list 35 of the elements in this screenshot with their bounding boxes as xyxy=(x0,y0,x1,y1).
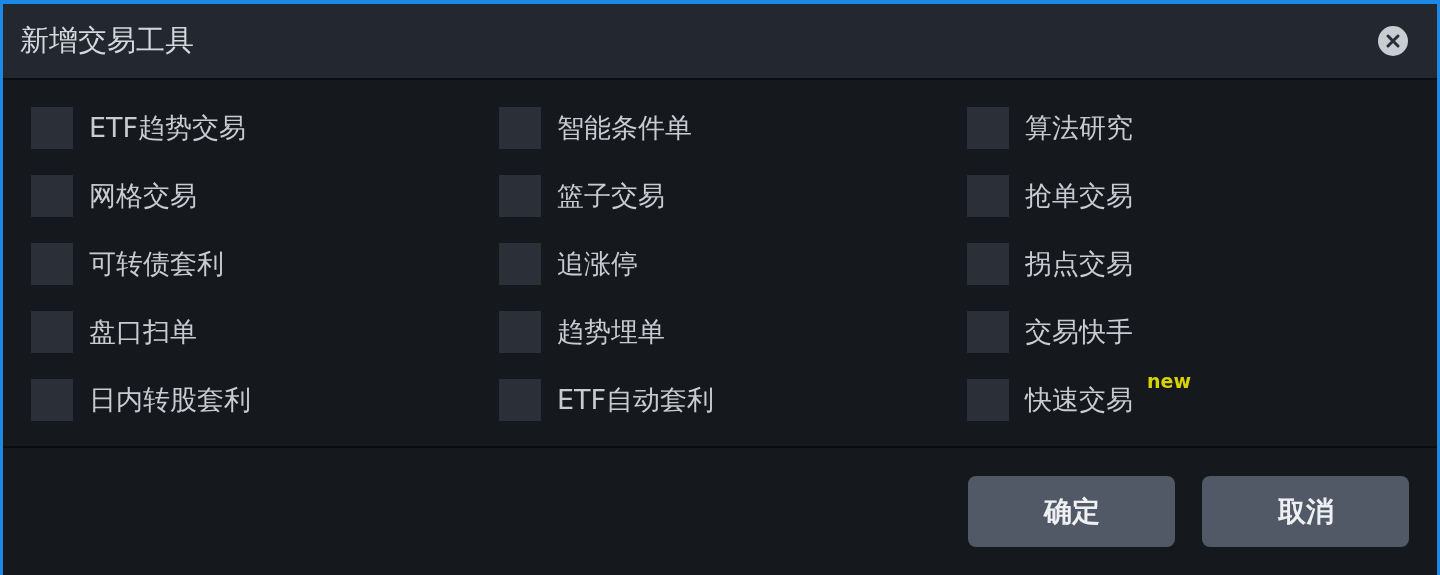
tool-label[interactable]: 网格交易 xyxy=(89,178,197,214)
tool-label[interactable]: ETF趋势交易 xyxy=(89,110,247,146)
checkbox[interactable] xyxy=(967,107,1009,149)
window-title: 新增交易工具 xyxy=(20,22,194,59)
tool-label[interactable]: 可转债套利 xyxy=(89,246,224,282)
checkbox[interactable] xyxy=(499,175,541,217)
checkbox[interactable] xyxy=(499,311,541,353)
tool-label[interactable]: 算法研究 xyxy=(1025,110,1133,146)
checkbox[interactable] xyxy=(31,379,73,421)
checkbox[interactable] xyxy=(499,107,541,149)
tool-label[interactable]: 日内转股套利 xyxy=(89,382,251,418)
checkbox[interactable] xyxy=(499,379,541,421)
checkbox[interactable] xyxy=(31,175,73,217)
tool-label[interactable]: ETF自动套利 xyxy=(557,382,715,418)
checkbox[interactable] xyxy=(967,311,1009,353)
checkbox[interactable] xyxy=(967,243,1009,285)
checkbox[interactable] xyxy=(31,243,73,285)
checkbox[interactable] xyxy=(967,379,1009,421)
checkbox[interactable] xyxy=(967,175,1009,217)
close-icon[interactable] xyxy=(1377,25,1409,57)
checkbox[interactable] xyxy=(31,107,73,149)
tool-label[interactable]: 快速交易 xyxy=(1025,382,1133,418)
tool-label[interactable]: 智能条件单 xyxy=(557,110,692,146)
tool-label[interactable]: 盘口扫单 xyxy=(89,314,197,350)
tool-label[interactable]: 拐点交易 xyxy=(1025,246,1133,282)
tool-label[interactable]: 篮子交易 xyxy=(557,178,665,214)
tool-label[interactable]: 追涨停 xyxy=(557,246,638,282)
tool-label[interactable]: 交易快手 xyxy=(1025,314,1133,350)
tool-label[interactable]: 抢单交易 xyxy=(1025,178,1133,214)
new-tag: new xyxy=(1147,370,1191,392)
tool-label[interactable]: 趋势埋单 xyxy=(557,314,665,350)
confirm-button[interactable]: 确定 xyxy=(968,476,1175,547)
cancel-button[interactable]: 取消 xyxy=(1202,476,1409,547)
checkbox[interactable] xyxy=(31,311,73,353)
checkbox[interactable] xyxy=(499,243,541,285)
